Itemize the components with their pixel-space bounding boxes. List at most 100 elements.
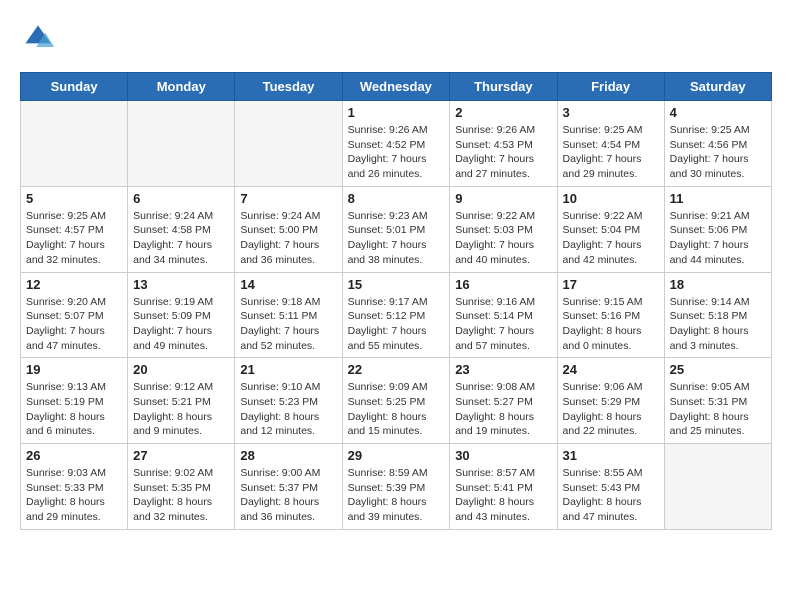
weekday-header-tuesday: Tuesday xyxy=(235,73,342,101)
calendar-cell: 7 Sunrise: 9:24 AM Sunset: 5:00 PM Daylig… xyxy=(235,186,342,272)
day-number: 2 xyxy=(455,105,551,120)
day-info: Sunrise: 9:02 AM Sunset: 5:35 PM Dayligh… xyxy=(133,466,229,525)
calendar-body: 1 Sunrise: 9:26 AM Sunset: 4:52 PM Daylig… xyxy=(21,101,772,530)
day-info: Sunrise: 9:24 AM Sunset: 4:58 PM Dayligh… xyxy=(133,209,229,268)
calendar-cell: 10Sunrise: 9:22 AM Sunset: 5:04 PM Dayli… xyxy=(557,186,664,272)
day-info: Sunrise: 9:22 AM Sunset: 5:03 PM Dayligh… xyxy=(455,209,551,268)
calendar-cell: 22 Sunrise: 9:09 AM Sunset: 5:25 PM Dayli… xyxy=(342,358,450,444)
calendar-cell xyxy=(664,444,771,530)
calendar-cell: 19 Sunrise: 9:13 AM Sunset: 5:19 PM Dayli… xyxy=(21,358,128,444)
calendar-header: SundayMondayTuesdayWednesdayThursdayFrid… xyxy=(21,73,772,101)
day-number: 29 xyxy=(348,448,445,463)
day-info: Sunrise: 8:59 AM Sunset: 5:39 PM Dayligh… xyxy=(348,466,445,525)
calendar-cell: 6 Sunrise: 9:24 AM Sunset: 4:58 PM Daylig… xyxy=(128,186,235,272)
calendar-cell: 17Sunrise: 9:15 AM Sunset: 5:16 PM Dayli… xyxy=(557,272,664,358)
day-info: Sunrise: 9:26 AM Sunset: 4:53 PM Dayligh… xyxy=(455,123,551,182)
weekday-header-sunday: Sunday xyxy=(21,73,128,101)
day-info: Sunrise: 9:09 AM Sunset: 5:25 PM Dayligh… xyxy=(348,380,445,439)
day-number: 19 xyxy=(26,362,122,377)
day-info: Sunrise: 9:25 AM Sunset: 4:56 PM Dayligh… xyxy=(670,123,766,182)
day-number: 6 xyxy=(133,191,229,206)
day-info: Sunrise: 8:55 AM Sunset: 5:43 PM Dayligh… xyxy=(563,466,659,525)
weekday-header-wednesday: Wednesday xyxy=(342,73,450,101)
day-number: 11 xyxy=(670,191,766,206)
calendar-cell: 20Sunrise: 9:12 AM Sunset: 5:21 PM Dayli… xyxy=(128,358,235,444)
week-row-2: 5 Sunrise: 9:25 AM Sunset: 4:57 PM Daylig… xyxy=(21,186,772,272)
day-number: 7 xyxy=(240,191,336,206)
day-number: 23 xyxy=(455,362,551,377)
calendar-cell: 30 Sunrise: 8:57 AM Sunset: 5:41 PM Dayli… xyxy=(450,444,557,530)
day-number: 4 xyxy=(670,105,766,120)
week-row-1: 1 Sunrise: 9:26 AM Sunset: 4:52 PM Daylig… xyxy=(21,101,772,187)
weekday-header-friday: Friday xyxy=(557,73,664,101)
day-number: 26 xyxy=(26,448,122,463)
day-info: Sunrise: 9:08 AM Sunset: 5:27 PM Dayligh… xyxy=(455,380,551,439)
day-number: 1 xyxy=(348,105,445,120)
day-info: Sunrise: 9:24 AM Sunset: 5:00 PM Dayligh… xyxy=(240,209,336,268)
calendar-cell: 8 Sunrise: 9:23 AM Sunset: 5:01 PM Daylig… xyxy=(342,186,450,272)
weekday-header-saturday: Saturday xyxy=(664,73,771,101)
calendar-cell: 2 Sunrise: 9:26 AM Sunset: 4:53 PM Daylig… xyxy=(450,101,557,187)
page-header xyxy=(20,20,772,56)
day-info: Sunrise: 9:00 AM Sunset: 5:37 PM Dayligh… xyxy=(240,466,336,525)
calendar-cell xyxy=(21,101,128,187)
weekday-header-thursday: Thursday xyxy=(450,73,557,101)
day-number: 12 xyxy=(26,277,122,292)
calendar-cell xyxy=(235,101,342,187)
calendar-cell xyxy=(128,101,235,187)
calendar-cell: 3Sunrise: 9:25 AM Sunset: 4:54 PM Daylig… xyxy=(557,101,664,187)
calendar-cell: 29 Sunrise: 8:59 AM Sunset: 5:39 PM Dayli… xyxy=(342,444,450,530)
weekday-header-monday: Monday xyxy=(128,73,235,101)
day-info: Sunrise: 9:12 AM Sunset: 5:21 PM Dayligh… xyxy=(133,380,229,439)
day-info: Sunrise: 9:26 AM Sunset: 4:52 PM Dayligh… xyxy=(348,123,445,182)
day-info: Sunrise: 8:57 AM Sunset: 5:41 PM Dayligh… xyxy=(455,466,551,525)
calendar-table: SundayMondayTuesdayWednesdayThursdayFrid… xyxy=(20,72,772,530)
day-number: 8 xyxy=(348,191,445,206)
calendar-cell: 16Sunrise: 9:16 AM Sunset: 5:14 PM Dayli… xyxy=(450,272,557,358)
logo xyxy=(20,20,60,56)
day-info: Sunrise: 9:13 AM Sunset: 5:19 PM Dayligh… xyxy=(26,380,122,439)
day-info: Sunrise: 9:21 AM Sunset: 5:06 PM Dayligh… xyxy=(670,209,766,268)
week-row-3: 12 Sunrise: 9:20 AM Sunset: 5:07 PM Dayli… xyxy=(21,272,772,358)
day-info: Sunrise: 9:16 AM Sunset: 5:14 PM Dayligh… xyxy=(455,295,551,354)
day-number: 22 xyxy=(348,362,445,377)
day-number: 24 xyxy=(563,362,659,377)
calendar-cell: 26 Sunrise: 9:03 AM Sunset: 5:33 PM Dayli… xyxy=(21,444,128,530)
day-number: 27 xyxy=(133,448,229,463)
calendar-cell: 31 Sunrise: 8:55 AM Sunset: 5:43 PM Dayli… xyxy=(557,444,664,530)
day-number: 21 xyxy=(240,362,336,377)
calendar-cell: 28 Sunrise: 9:00 AM Sunset: 5:37 PM Dayli… xyxy=(235,444,342,530)
day-info: Sunrise: 9:19 AM Sunset: 5:09 PM Dayligh… xyxy=(133,295,229,354)
day-info: Sunrise: 9:10 AM Sunset: 5:23 PM Dayligh… xyxy=(240,380,336,439)
day-number: 10 xyxy=(563,191,659,206)
day-number: 3 xyxy=(563,105,659,120)
calendar-cell: 21 Sunrise: 9:10 AM Sunset: 5:23 PM Dayli… xyxy=(235,358,342,444)
day-info: Sunrise: 9:03 AM Sunset: 5:33 PM Dayligh… xyxy=(26,466,122,525)
day-number: 15 xyxy=(348,277,445,292)
calendar-cell: 12 Sunrise: 9:20 AM Sunset: 5:07 PM Dayli… xyxy=(21,272,128,358)
day-number: 13 xyxy=(133,277,229,292)
day-number: 5 xyxy=(26,191,122,206)
day-number: 25 xyxy=(670,362,766,377)
week-row-5: 26 Sunrise: 9:03 AM Sunset: 5:33 PM Dayli… xyxy=(21,444,772,530)
day-number: 9 xyxy=(455,191,551,206)
day-info: Sunrise: 9:14 AM Sunset: 5:18 PM Dayligh… xyxy=(670,295,766,354)
day-number: 28 xyxy=(240,448,336,463)
day-number: 14 xyxy=(240,277,336,292)
day-number: 18 xyxy=(670,277,766,292)
day-number: 31 xyxy=(563,448,659,463)
calendar-cell: 4 Sunrise: 9:25 AM Sunset: 4:56 PM Daylig… xyxy=(664,101,771,187)
day-info: Sunrise: 9:20 AM Sunset: 5:07 PM Dayligh… xyxy=(26,295,122,354)
calendar-cell: 24Sunrise: 9:06 AM Sunset: 5:29 PM Dayli… xyxy=(557,358,664,444)
weekday-row: SundayMondayTuesdayWednesdayThursdayFrid… xyxy=(21,73,772,101)
day-number: 17 xyxy=(563,277,659,292)
calendar-cell: 13 Sunrise: 9:19 AM Sunset: 5:09 PM Dayli… xyxy=(128,272,235,358)
calendar-cell: 18 Sunrise: 9:14 AM Sunset: 5:18 PM Dayli… xyxy=(664,272,771,358)
calendar-cell: 15 Sunrise: 9:17 AM Sunset: 5:12 PM Dayli… xyxy=(342,272,450,358)
day-number: 30 xyxy=(455,448,551,463)
day-info: Sunrise: 9:23 AM Sunset: 5:01 PM Dayligh… xyxy=(348,209,445,268)
calendar-cell: 9 Sunrise: 9:22 AM Sunset: 5:03 PM Daylig… xyxy=(450,186,557,272)
day-info: Sunrise: 9:18 AM Sunset: 5:11 PM Dayligh… xyxy=(240,295,336,354)
day-info: Sunrise: 9:25 AM Sunset: 4:57 PM Dayligh… xyxy=(26,209,122,268)
day-info: Sunrise: 9:17 AM Sunset: 5:12 PM Dayligh… xyxy=(348,295,445,354)
